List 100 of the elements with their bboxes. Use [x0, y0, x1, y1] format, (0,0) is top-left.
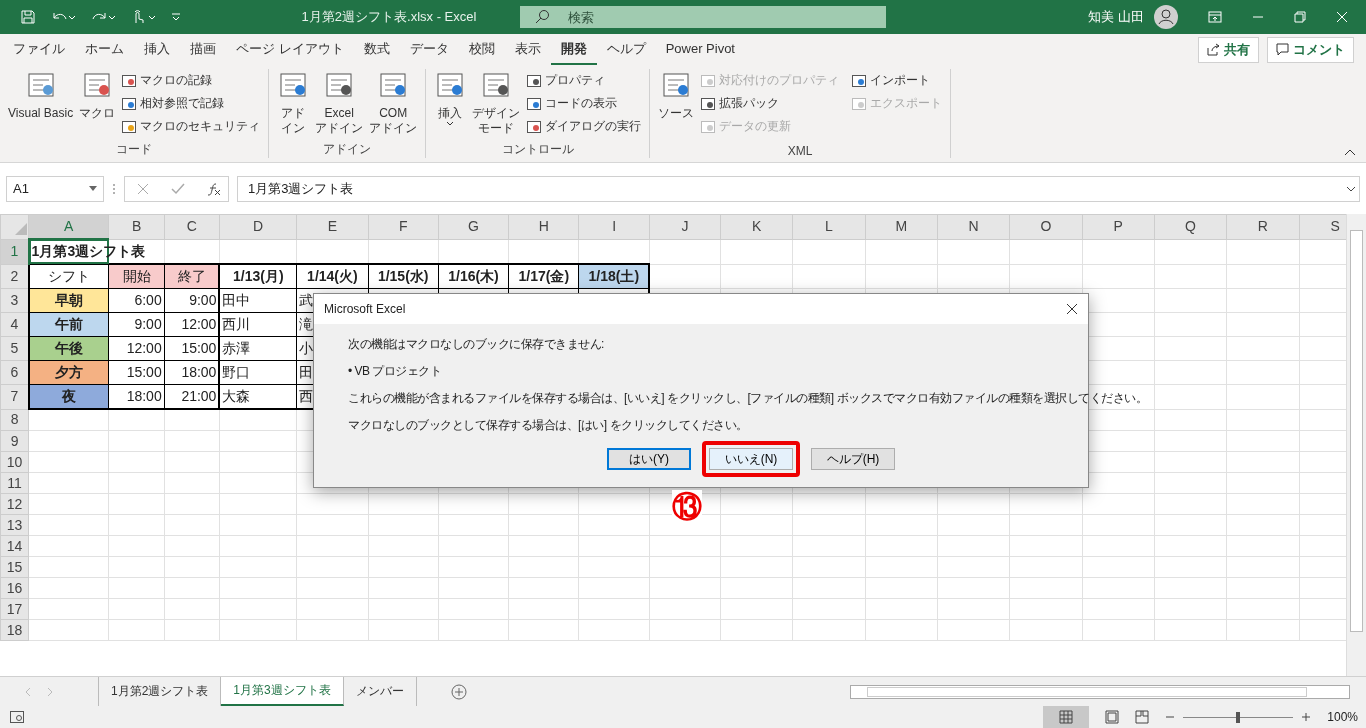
ribbon-button[interactable]: デザイン モード [470, 69, 523, 141]
ribbon-tab[interactable]: 表示 [504, 33, 551, 66]
row-header[interactable]: 17 [0, 598, 29, 620]
column-header[interactable]: J [649, 214, 721, 239]
column-header[interactable]: P [1082, 214, 1155, 239]
save-icon[interactable] [20, 9, 36, 25]
column-header[interactable]: K [720, 214, 793, 239]
share-button[interactable]: 共有 [1198, 36, 1259, 63]
horizontal-scrollbar[interactable] [850, 684, 1350, 699]
ribbon-tab[interactable]: 挿入 [134, 33, 180, 66]
column-header[interactable]: A [28, 214, 109, 239]
ribbon-button[interactable]: 相対参照で記録 [119, 92, 263, 115]
close-icon[interactable] [1066, 303, 1078, 315]
avatar-icon[interactable] [1154, 5, 1178, 29]
dialog-button[interactable]: ヘルプ(H) [811, 448, 895, 470]
ribbon-button[interactable]: 拡張パック [698, 92, 842, 115]
column-header[interactable]: S [1299, 214, 1346, 239]
page-layout-icon[interactable] [1105, 710, 1120, 724]
row-header[interactable]: 6 [0, 360, 29, 385]
ribbon-button[interactable]: プロパティ [524, 69, 644, 92]
collapse-ribbon-icon[interactable] [1344, 148, 1356, 156]
formula-field[interactable]: 1月第3週シフト表 [237, 175, 1360, 202]
row-header[interactable]: 9 [0, 430, 29, 452]
vertical-scrollbar[interactable] [1346, 214, 1366, 676]
sheet-tab[interactable]: 1月第3週シフト表 [221, 677, 344, 706]
zoom-level[interactable]: 100% [1327, 710, 1358, 724]
ribbon-tab[interactable]: データ [399, 33, 459, 66]
check-icon[interactable] [171, 182, 185, 195]
column-header[interactable]: D [219, 214, 297, 239]
function-icon[interactable] [207, 181, 221, 196]
restore-icon[interactable] [1294, 11, 1306, 23]
group-label: コード [115, 141, 154, 158]
ribbon-display-icon[interactable] [1208, 10, 1222, 24]
ribbon-button[interactable]: マクロの記録 [119, 69, 263, 92]
comment-button[interactable]: コメント [1267, 36, 1354, 63]
table-cell: 夕方 [28, 360, 109, 385]
ribbon-button[interactable]: Excel アドイン [313, 69, 366, 141]
row-header[interactable]: 7 [0, 384, 29, 409]
column-header[interactable]: I [578, 214, 650, 239]
row-header[interactable]: 8 [0, 409, 29, 431]
add-sheet-icon[interactable] [450, 683, 467, 700]
name-box[interactable]: A1 [6, 175, 104, 202]
dialog-button[interactable]: いいえ(N) [709, 448, 793, 470]
normal-view-icon[interactable] [1043, 706, 1090, 728]
ribbon-button[interactable]: マクロ [77, 69, 118, 141]
row-header[interactable]: 11 [0, 472, 29, 494]
column-header[interactable]: N [937, 214, 1010, 239]
ribbon-button[interactable]: アド イン [275, 69, 312, 141]
row-header[interactable]: 12 [0, 493, 29, 515]
column-header[interactable]: L [792, 214, 866, 239]
zoom-in-icon[interactable] [1301, 712, 1312, 722]
row-header[interactable]: 15 [0, 556, 29, 578]
row-header[interactable]: 10 [0, 451, 29, 473]
ribbon-tab[interactable]: 描画 [180, 33, 226, 66]
row-header[interactable]: 14 [0, 535, 29, 557]
table-cell: 6:00 [108, 288, 165, 313]
cancel-icon[interactable] [137, 182, 149, 195]
row-header[interactable]: 1 [0, 239, 29, 264]
ribbon-button[interactable]: マクロのセキュリティ [119, 115, 263, 138]
column-header[interactable]: Q [1154, 214, 1227, 239]
row-header[interactable]: 2 [0, 264, 29, 289]
table-cell: 夜 [28, 384, 109, 409]
zoom-slider[interactable] [1236, 711, 1241, 723]
page-break-icon[interactable] [1135, 710, 1150, 724]
ribbon-button[interactable]: インポート [849, 69, 945, 92]
search-field[interactable]: 検索 [520, 6, 886, 28]
expand-icon[interactable] [1346, 185, 1356, 192]
row-header[interactable]: 13 [0, 514, 29, 536]
macro-record-icon[interactable] [10, 711, 24, 723]
ribbon-button[interactable]: コードの表示 [524, 92, 644, 115]
ribbon-button[interactable]: Visual Basic [6, 69, 76, 141]
column-header[interactable]: B [108, 214, 165, 239]
column-header[interactable]: C [164, 214, 220, 239]
ribbon-tab[interactable]: ページ レイアウト [226, 33, 354, 66]
row-header[interactable]: 18 [0, 619, 29, 641]
column-header[interactable]: E [296, 214, 369, 239]
row-header[interactable]: 5 [0, 336, 29, 361]
table-cell: 1/14(火) [296, 264, 369, 289]
dialog-button[interactable]: はい(Y) [607, 448, 691, 470]
column-header[interactable]: G [438, 214, 509, 239]
ribbon-button[interactable]: ソース [656, 69, 697, 144]
column-header[interactable]: H [508, 214, 579, 239]
column-header[interactable]: M [865, 214, 938, 239]
ribbon-tab[interactable]: Power Pivot [655, 33, 745, 66]
column-header[interactable]: O [1009, 214, 1083, 239]
ribbon-tab[interactable]: 校閲 [458, 33, 505, 66]
row-header[interactable]: 3 [0, 288, 29, 313]
ribbon-tab[interactable]: ヘルプ [596, 33, 656, 66]
ribbon-tab[interactable]: ホーム [75, 33, 134, 66]
row-header[interactable]: 16 [0, 577, 29, 599]
ribbon-button[interactable]: ダイアログの実行 [524, 115, 644, 138]
ribbon-tab[interactable]: ファイル [3, 33, 75, 66]
ribbon-button[interactable]: COM アドイン [367, 69, 420, 141]
column-header[interactable]: F [368, 214, 439, 239]
ribbon-button[interactable]: 挿入 [432, 69, 469, 141]
table-cell: 野口 [219, 360, 297, 385]
column-header[interactable]: R [1226, 214, 1300, 239]
table-cell: 12:00 [108, 336, 165, 361]
row-header[interactable]: 4 [0, 312, 29, 337]
ribbon-tab[interactable]: 数式 [353, 33, 400, 66]
